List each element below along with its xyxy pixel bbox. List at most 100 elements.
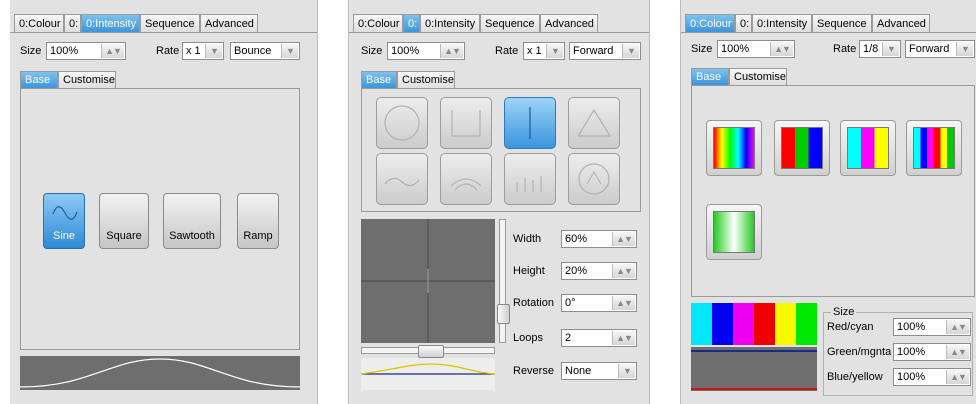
spin-arrows-icon[interactable]: ▲▼ [612,232,635,246]
spiral-shape-icon [450,178,482,191]
red-cyan-spinner[interactable]: 100% ▲▼ [893,318,971,336]
spin-arrows-icon[interactable]: ▲▼ [612,296,635,310]
subtab-base[interactable]: Base [361,71,397,88]
loops-spinner[interactable]: 2 ▲▼ [561,329,637,347]
spin-arrows-icon[interactable]: ▲▼ [612,331,635,345]
chevron-down-icon[interactable]: ▼ [205,44,222,58]
height-value: 20% [565,265,588,277]
green-mgnta-spinner[interactable]: 100% ▲▼ [893,343,971,361]
size-spinner[interactable]: 100% ▲▼ [46,42,126,60]
rate-label: Rate [156,45,180,57]
spin-arrows-icon[interactable]: ▲▼ [946,370,969,384]
spin-arrows-icon[interactable]: ▲▼ [946,345,969,359]
tab-advanced[interactable]: Advanced [540,14,598,32]
preview-cyan [691,303,712,345]
height-spinner[interactable]: 20% ▲▼ [561,262,637,280]
preset-green-fade-button[interactable] [706,204,762,260]
subtab-customise[interactable]: Customise [397,71,455,88]
rate-dropdown[interactable]: x 1 ▼ [523,42,565,60]
reverse-dropdown[interactable]: None ▼ [561,362,637,380]
rate-dropdown[interactable]: x 1 ▼ [182,42,224,60]
size-spinner[interactable]: 100% ▲▼ [717,40,795,58]
subtab-customise[interactable]: Customise [729,68,787,85]
subtab-base[interactable]: Base [20,71,58,88]
triangle-shape-icon [576,108,612,137]
tab-0[interactable]: 0: [64,14,81,32]
size-label: Size [691,43,713,55]
subtab-customise[interactable]: Customise [58,71,116,88]
tab-colour[interactable]: 0:Colour [14,14,64,32]
size-value: 100% [391,45,420,57]
waveform-square-button[interactable]: Square [99,193,149,249]
tab-0[interactable]: 0: [403,14,420,32]
tab-sequence[interactable]: Sequence [812,14,872,32]
shape-square-button[interactable] [440,97,492,149]
vertical-slider[interactable] [497,219,510,343]
spin-arrows-icon[interactable]: ▲▼ [612,264,635,278]
blue-yellow-label: Blue/yellow [827,371,883,383]
preset-rainbow-button[interactable] [706,120,762,176]
waveform-sawtooth-button[interactable]: Sawtooth [163,193,221,249]
shape-star-button[interactable] [568,153,620,205]
tab-colour[interactable]: 0:Colour [353,14,403,32]
chevron-down-icon[interactable]: ▼ [281,44,298,58]
bars-shape-icon [516,176,542,192]
tab-intensity[interactable]: 0:Intensity [81,14,140,32]
red-cyan-value: 100% [897,321,926,333]
shape-triangle-button[interactable] [568,97,620,149]
tab-advanced[interactable]: Advanced [872,14,930,32]
spin-arrows-icon[interactable]: ▲▼ [946,320,969,334]
chevron-down-icon[interactable]: ▼ [618,364,635,378]
mode-dropdown[interactable]: Forward ▼ [569,42,641,60]
shape-spiral-button[interactable] [440,153,492,205]
tab-0[interactable]: 0: [735,14,752,32]
chevron-down-icon[interactable]: ▼ [956,42,973,56]
chevron-down-icon[interactable]: ▼ [622,44,639,58]
vertical-slider-handle[interactable] [497,304,510,324]
red-cyan-label: Red/cyan [827,321,874,333]
spin-arrows-icon[interactable]: ▲▼ [770,42,793,56]
tab-sequence[interactable]: Sequence [480,14,540,32]
tab-intensity[interactable]: 0:Intensity [752,14,812,32]
horizontal-slider[interactable] [361,345,495,358]
horizontal-slider-handle[interactable] [418,345,444,358]
shape-wave-button[interactable] [376,153,428,205]
spin-arrows-icon[interactable]: ▲▼ [101,44,124,58]
blue-yellow-spinner[interactable]: 100% ▲▼ [893,368,971,386]
waveform-label: Sine [52,230,76,242]
chevron-down-icon[interactable]: ▼ [882,42,899,56]
panel-shape: 0:Colour 0: 0:Intensity Sequence Advance… [348,0,650,404]
green-mgnta-value: 100% [897,346,926,358]
rotation-spinner[interactable]: 0° ▲▼ [561,294,637,312]
width-spinner[interactable]: 60% ▲▼ [561,230,637,248]
waveform-sine-button[interactable]: Sine [43,193,85,249]
subtab-base[interactable]: Base [691,68,729,85]
width-value: 60% [565,233,588,245]
shape-line-button[interactable] [504,97,556,149]
tab-sequence[interactable]: Sequence [140,14,200,32]
spin-arrows-icon[interactable]: ▲▼ [440,44,463,58]
shape-circle-button[interactable] [376,97,428,149]
tab-colour[interactable]: 0:Colour [685,14,735,32]
waveform-ramp-button[interactable]: Ramp [237,193,279,249]
size-value: 100% [721,43,750,55]
mode-dropdown[interactable]: Forward ▼ [905,40,975,58]
size-group-label: Size [831,306,857,318]
tab-advanced[interactable]: Advanced [200,14,258,32]
waveform-label: Ramp [243,230,273,242]
mode-dropdown[interactable]: Bounce ▼ [230,42,300,60]
preset-rainbow-bars-button[interactable] [906,120,962,176]
size-spinner[interactable]: 100% ▲▼ [387,42,465,60]
tab-intensity[interactable]: 0:Intensity [420,14,480,32]
mode-value: Forward [573,45,614,57]
preset-cmy-button[interactable] [840,120,896,176]
shape-preview [361,219,495,343]
shape-bars-button[interactable] [504,153,556,205]
timing-preview [361,358,495,390]
size-label: Size [20,45,42,57]
star-shape-icon [578,163,610,195]
chevron-down-icon[interactable]: ▼ [546,44,563,58]
preset-rgb-button[interactable] [774,120,830,176]
green-fade-swatch [713,211,755,253]
rate-dropdown[interactable]: 1/8 ▼ [859,40,901,58]
